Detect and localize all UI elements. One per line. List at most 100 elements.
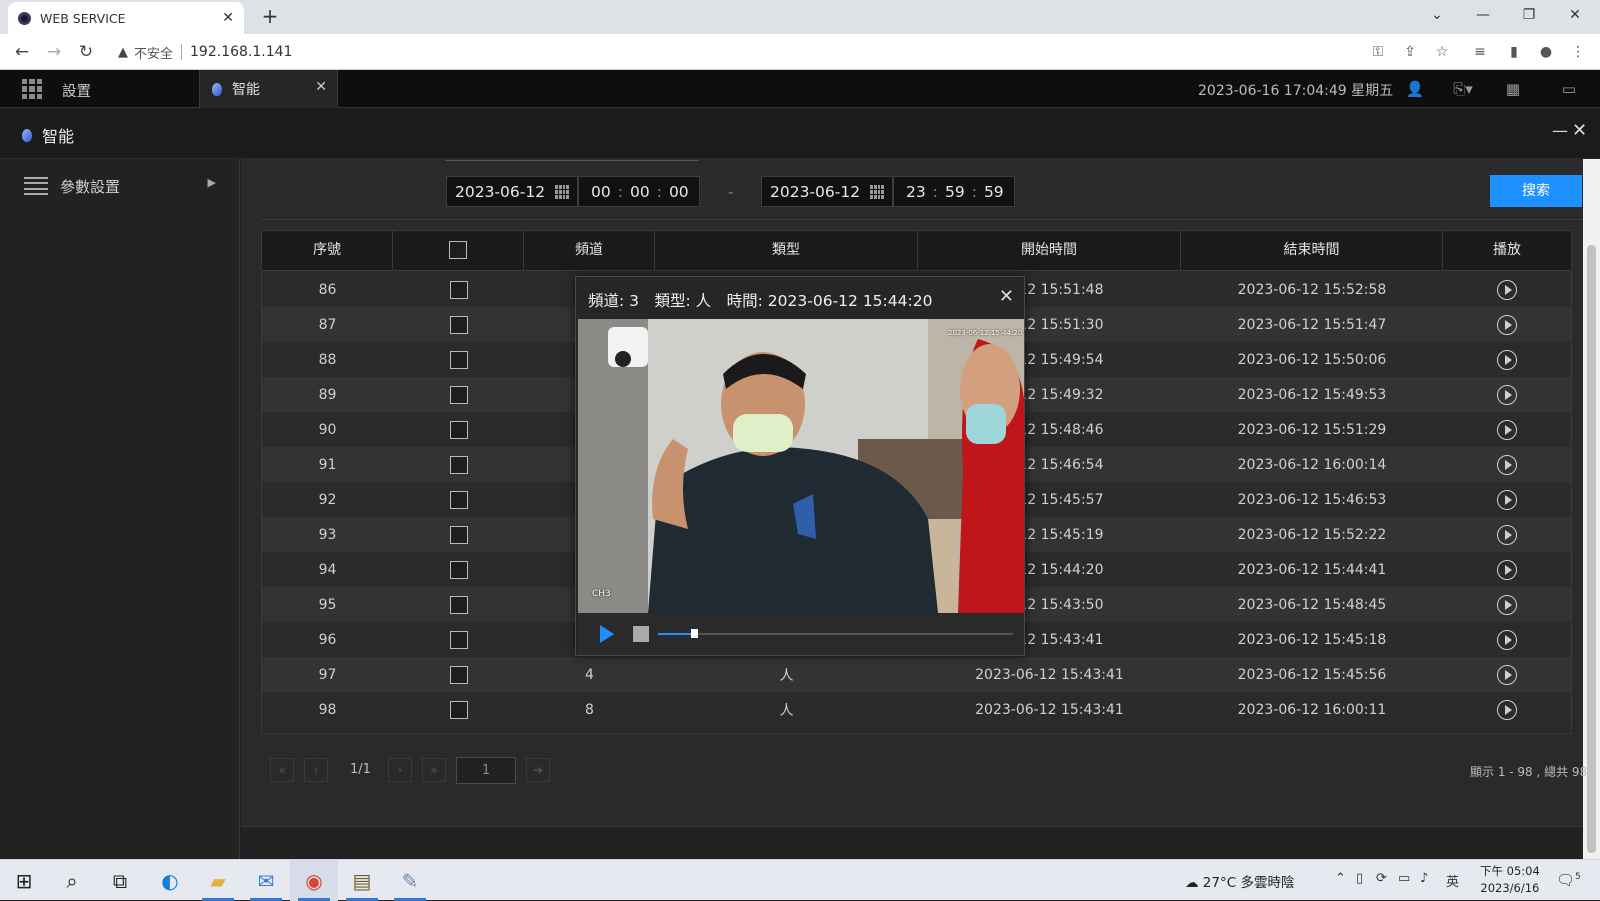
- scrollbar-thumb[interactable]: [1587, 245, 1596, 853]
- cell-select[interactable]: [393, 560, 524, 579]
- panel-close-icon[interactable]: ✕: [1572, 120, 1587, 141]
- monitor-icon[interactable]: ▭: [1558, 78, 1580, 100]
- play-icon[interactable]: [1497, 629, 1517, 650]
- cell-select[interactable]: [393, 665, 524, 684]
- side-panel-icon[interactable]: ▮: [1504, 42, 1524, 62]
- play-icon[interactable]: [1497, 314, 1517, 335]
- first-page-button[interactable]: «: [270, 758, 294, 782]
- end-hour[interactable]: 23: [906, 183, 926, 201]
- cell-select[interactable]: [393, 385, 524, 404]
- play-icon[interactable]: [1497, 279, 1517, 300]
- play-icon[interactable]: [600, 625, 614, 643]
- start-hour[interactable]: 00: [591, 183, 611, 201]
- play-icon[interactable]: [1497, 699, 1517, 720]
- dialog-close-icon[interactable]: ✕: [999, 286, 1014, 307]
- apps-grid-icon[interactable]: [22, 79, 42, 99]
- tab-smart[interactable]: 智能 ✕: [199, 70, 338, 108]
- cell-select[interactable]: [393, 315, 524, 334]
- security-label[interactable]: 不安全: [134, 43, 173, 62]
- col-header-select[interactable]: [393, 231, 524, 270]
- end-date-value[interactable]: 2023-06-12: [770, 183, 860, 201]
- cell-select[interactable]: [393, 525, 524, 544]
- calendar-icon[interactable]: [555, 185, 569, 199]
- start-time-field[interactable]: 00: 00: 00: [578, 176, 700, 207]
- key-icon[interactable]: ⚿: [1368, 42, 1388, 62]
- close-app-tab-icon[interactable]: ✕: [315, 79, 327, 95]
- end-date-field[interactable]: 2023-06-12: [761, 176, 893, 207]
- cell-play[interactable]: [1443, 594, 1571, 615]
- end-minute[interactable]: 59: [945, 183, 965, 201]
- row-checkbox[interactable]: [449, 385, 468, 404]
- end-time-field[interactable]: 23: 59: 59: [893, 176, 1015, 207]
- row-checkbox[interactable]: [449, 420, 468, 439]
- cell-select[interactable]: [393, 490, 524, 509]
- cell-play[interactable]: [1443, 454, 1571, 475]
- start-menu-icon[interactable]: ⊞: [0, 860, 48, 901]
- volume-icon[interactable]: ♪: [1420, 871, 1428, 886]
- media-app-icon[interactable]: ▤: [338, 860, 386, 901]
- cell-play[interactable]: [1443, 559, 1571, 580]
- row-checkbox[interactable]: [449, 350, 468, 369]
- cell-play[interactable]: [1443, 664, 1571, 685]
- play-icon[interactable]: [1497, 384, 1517, 405]
- url-text[interactable]: 192.168.1.141: [190, 44, 292, 60]
- row-checkbox[interactable]: [449, 560, 468, 579]
- qr-code-icon[interactable]: ▦: [1502, 78, 1524, 100]
- cell-play[interactable]: [1443, 314, 1571, 335]
- row-checkbox[interactable]: [449, 490, 468, 509]
- row-checkbox[interactable]: [449, 630, 468, 649]
- progress-handle[interactable]: [691, 629, 698, 638]
- omnibox[interactable]: ▲ 不安全 192.168.1.141: [112, 37, 1412, 67]
- go-page-button[interactable]: ➔: [526, 758, 550, 782]
- row-checkbox[interactable]: [449, 525, 468, 544]
- settings-link[interactable]: 設置: [62, 80, 91, 101]
- play-icon[interactable]: [1497, 559, 1517, 580]
- calendar-icon[interactable]: [870, 185, 884, 199]
- col-header-channel[interactable]: 頻道: [524, 231, 655, 270]
- tray-device-icon[interactable]: ▯: [1356, 871, 1363, 886]
- mail-icon[interactable]: ✉: [242, 860, 290, 901]
- reload-icon[interactable]: ↻: [74, 40, 98, 64]
- cell-play[interactable]: [1443, 279, 1571, 300]
- notifications-icon[interactable]: 🗨5: [1556, 871, 1581, 889]
- close-tab-icon[interactable]: ✕: [222, 10, 234, 26]
- play-icon[interactable]: [1497, 419, 1517, 440]
- col-header-start-time[interactable]: 開始時間: [918, 231, 1181, 270]
- close-window-button[interactable]: ✕: [1552, 0, 1598, 32]
- row-checkbox[interactable]: [449, 315, 468, 334]
- start-second[interactable]: 00: [669, 183, 689, 201]
- col-header-no[interactable]: 序號: [262, 231, 393, 270]
- cell-select[interactable]: [393, 595, 524, 614]
- select-all-checkbox[interactable]: [449, 241, 467, 259]
- tray-sync-icon[interactable]: ⟳: [1376, 871, 1387, 886]
- cell-play[interactable]: [1443, 489, 1571, 510]
- col-header-end-time[interactable]: 結束時間: [1181, 231, 1443, 270]
- taskbar-clock[interactable]: 下午 05:04 2023/6/16: [1480, 863, 1540, 897]
- warning-icon[interactable]: ▲: [118, 45, 128, 60]
- table-row[interactable]: 98 8 人 2023-06-12 15:43:41 2023-06-12 16:00:…: [262, 692, 1571, 727]
- row-checkbox[interactable]: [449, 280, 468, 299]
- forward-icon[interactable]: →: [42, 40, 66, 64]
- cell-play[interactable]: [1443, 629, 1571, 650]
- cell-play[interactable]: [1443, 524, 1571, 545]
- share-icon[interactable]: ⇪: [1400, 42, 1420, 62]
- cell-select[interactable]: [393, 350, 524, 369]
- cell-select[interactable]: [393, 280, 524, 299]
- cell-select[interactable]: [393, 700, 524, 719]
- reading-list-icon[interactable]: ≡: [1470, 42, 1490, 62]
- col-header-play[interactable]: 播放: [1443, 231, 1571, 270]
- tray-chevron-icon[interactable]: ⌃: [1335, 871, 1346, 886]
- prev-page-button[interactable]: ‹: [304, 758, 328, 782]
- play-icon[interactable]: [1497, 454, 1517, 475]
- weather-text[interactable]: 27°C 多雲時陰: [1203, 875, 1295, 891]
- new-tab-button[interactable]: +: [258, 4, 282, 28]
- file-explorer-icon[interactable]: ▰: [194, 860, 242, 901]
- search-button[interactable]: 搜索: [1490, 175, 1582, 207]
- profile-avatar-icon[interactable]: ●: [1536, 42, 1556, 62]
- task-view-icon[interactable]: ⧉: [96, 860, 144, 901]
- cell-select[interactable]: [393, 420, 524, 439]
- next-page-button[interactable]: ›: [388, 758, 412, 782]
- play-icon[interactable]: [1497, 524, 1517, 545]
- row-checkbox[interactable]: [449, 700, 468, 719]
- last-page-button[interactable]: »: [422, 758, 446, 782]
